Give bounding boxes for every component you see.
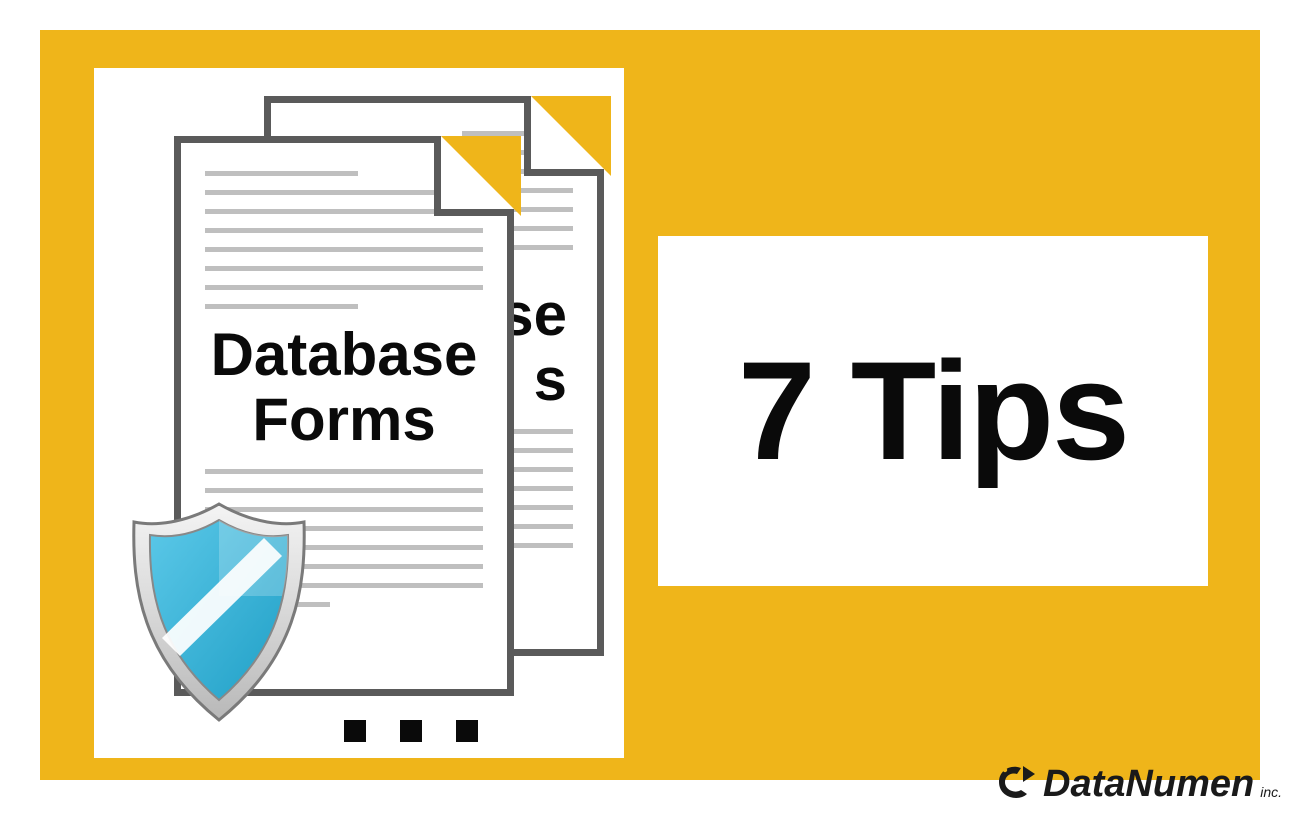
doc-back-text-2: s	[534, 346, 567, 413]
datanumen-logo-icon	[993, 760, 1037, 804]
tips-label: 7 Tips	[738, 330, 1128, 492]
document-title: Database Forms	[205, 323, 483, 453]
doc-title-line1: Database	[211, 321, 478, 388]
page-fold-icon	[434, 136, 514, 216]
ellipsis-dots	[344, 720, 478, 742]
logo-brand-text: DataNumen	[1043, 763, 1254, 806]
dot	[400, 720, 422, 742]
outer-frame: se s Database Forms	[40, 30, 1260, 780]
doc-title-line2: Forms	[252, 386, 435, 453]
shield-icon	[124, 498, 314, 728]
logo-suffix-text: inc.	[1260, 784, 1282, 800]
page-fold-icon	[524, 96, 604, 176]
dot	[456, 720, 478, 742]
brand-logo: DataNumen inc.	[993, 760, 1282, 806]
tips-box: 7 Tips	[658, 236, 1208, 586]
left-panel: se s Database Forms	[94, 68, 624, 758]
dot	[344, 720, 366, 742]
inner-frame: se s Database Forms	[46, 36, 1254, 774]
